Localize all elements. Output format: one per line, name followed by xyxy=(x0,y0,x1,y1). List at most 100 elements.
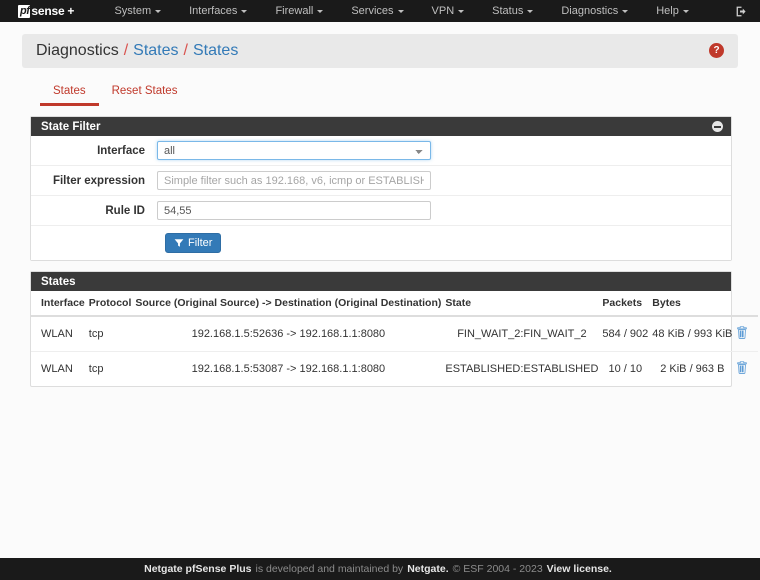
column-header-bytes: Bytes xyxy=(652,291,737,317)
chevron-down-icon xyxy=(682,9,689,13)
top-navbar: pf sense + System Interfaces Firewall Se… xyxy=(0,0,760,22)
chevron-down-icon xyxy=(527,9,534,13)
footer-copyright: © ESF 2004 - 2023 xyxy=(452,563,543,575)
tab-bar: States Reset States xyxy=(40,82,738,106)
cell-actions xyxy=(736,352,758,387)
nav-label-diagnostics: Diagnostics xyxy=(561,5,619,17)
chevron-down-icon xyxy=(155,9,162,13)
nav-item-help[interactable]: Help xyxy=(642,5,703,17)
funnel-icon xyxy=(174,239,184,247)
state-filter-header: State Filter xyxy=(31,117,731,136)
tab-states-label: States xyxy=(53,85,86,97)
chevron-down-icon xyxy=(458,9,465,13)
tab-reset-states-label: Reset States xyxy=(111,85,178,97)
pfsense-logo[interactable]: pf sense + xyxy=(18,4,74,18)
states-table-head: Interface Protocol Source (Original Sour… xyxy=(31,291,759,317)
minus-circle-icon[interactable] xyxy=(712,121,723,132)
tab-states[interactable]: States xyxy=(40,85,99,106)
page-root: pf sense + System Interfaces Firewall Se… xyxy=(0,0,760,580)
logo-pf-mark: pf xyxy=(18,4,31,18)
logo-plus-mark: + xyxy=(67,4,75,18)
nav-label-firewall: Firewall xyxy=(275,5,314,17)
table-header-row: Interface Protocol Source (Original Sour… xyxy=(31,291,759,317)
rule-id-control xyxy=(157,201,731,220)
cell-bytes: 48 KiB / 993 KiB xyxy=(652,316,737,352)
footer-view-license-link[interactable]: View license. xyxy=(547,563,612,575)
nav-item-diagnostics[interactable]: Diagnostics xyxy=(547,5,642,17)
interface-control: all xyxy=(157,141,731,160)
breadcrumb-link-states[interactable]: States xyxy=(133,42,178,60)
nav-label-status: Status xyxy=(492,5,524,17)
cell-state: FIN_WAIT_2:FIN_WAIT_2 xyxy=(445,316,603,352)
nav-label-help: Help xyxy=(656,5,679,17)
chevron-down-icon xyxy=(317,9,324,13)
rule-id-input[interactable] xyxy=(157,201,431,220)
form-row-rule-id: Rule ID xyxy=(31,196,731,226)
nav-item-system[interactable]: System xyxy=(100,5,175,17)
interface-label: Interface xyxy=(97,144,145,157)
column-header-packets: Packets xyxy=(602,291,653,317)
cell-state: ESTABLISHED:ESTABLISHED xyxy=(445,363,599,375)
nav-item-services[interactable]: Services xyxy=(337,5,417,17)
nav-item-vpn[interactable]: VPN xyxy=(418,5,479,17)
filter-expression-control xyxy=(157,171,731,190)
table-row: WLAN tcp 192.168.1.5:52636 -> 192.168.1.… xyxy=(31,316,759,352)
page-footer: Netgate pfSense Plus is developed and ma… xyxy=(0,558,760,580)
cell-interface: WLAN xyxy=(31,316,89,352)
logo-sense-text: sense xyxy=(31,4,65,18)
filter-expression-input[interactable] xyxy=(157,171,431,190)
help-icon[interactable]: ? xyxy=(709,43,724,58)
chevron-down-icon xyxy=(397,9,404,13)
footer-company: Netgate. xyxy=(407,563,449,575)
column-header-actions xyxy=(736,291,759,317)
footer-text: is developed and maintained by xyxy=(255,563,404,575)
interface-select[interactable]: all xyxy=(157,141,431,160)
breadcrumb-current-states[interactable]: States xyxy=(193,42,238,60)
column-header-protocol: Protocol xyxy=(88,291,136,317)
tab-reset-states[interactable]: Reset States xyxy=(99,85,191,106)
states-table: Interface Protocol Source (Original Sour… xyxy=(31,291,759,387)
nav-item-status[interactable]: Status xyxy=(478,5,547,17)
nav-label-interfaces: Interfaces xyxy=(189,5,238,17)
states-panel-title: States xyxy=(41,275,76,288)
cell-source-destination: 192.168.1.5:52636 -> 192.168.1.1:8080 xyxy=(135,316,446,352)
navbar-menu: System Interfaces Firewall Services VPN … xyxy=(100,5,702,17)
chevron-down-icon xyxy=(241,9,248,13)
column-header-interface: Interface xyxy=(31,291,89,317)
table-row: WLAN tcp 192.168.1.5:53087 -> 192.168.1.… xyxy=(31,352,758,387)
states-panel: States Interface Protocol Source (Origin… xyxy=(30,271,759,387)
column-header-source-destination: Source (Original Source) -> Destination … xyxy=(135,291,446,317)
filter-button[interactable]: Filter xyxy=(165,233,222,253)
sign-out-icon[interactable] xyxy=(735,5,748,18)
trash-icon[interactable] xyxy=(736,361,748,374)
rule-id-label: Rule ID xyxy=(105,204,145,217)
nav-item-firewall[interactable]: Firewall xyxy=(261,5,337,17)
trash-icon[interactable] xyxy=(736,326,748,339)
chevron-down-icon xyxy=(622,9,629,13)
filter-button-row: Filter xyxy=(31,226,731,260)
navbar-right-group xyxy=(735,0,748,22)
filter-button-label: Filter xyxy=(188,237,213,249)
form-row-interface: Interface all xyxy=(31,136,731,166)
nav-item-interfaces[interactable]: Interfaces xyxy=(175,5,261,17)
column-header-state: State xyxy=(445,291,603,317)
cell-actions xyxy=(736,316,759,352)
breadcrumb-root: Diagnostics xyxy=(36,42,119,59)
cell-source-destination: 192.168.1.5:53087 -> 192.168.1.1:8080 xyxy=(191,363,386,375)
cell-bytes: 2 KiB / 963 B xyxy=(660,363,725,375)
form-row-filter-expression: Filter expression xyxy=(31,166,731,196)
cell-protocol: tcp xyxy=(88,316,136,352)
cell-protocol: tcp xyxy=(88,363,104,375)
states-panel-header: States xyxy=(31,272,731,291)
cell-packets: 10 / 10 xyxy=(608,363,643,375)
cell-packets: 584 / 902 xyxy=(602,316,653,352)
states-table-body: WLAN tcp 192.168.1.5:52636 -> 192.168.1.… xyxy=(31,316,759,387)
filter-expression-label: Filter expression xyxy=(52,174,145,187)
state-filter-title: State Filter xyxy=(41,120,101,133)
breadcrumb: Diagnostics / States / States ? xyxy=(22,34,738,68)
nav-label-vpn: VPN xyxy=(431,5,455,17)
breadcrumb-separator: / xyxy=(183,42,188,59)
state-filter-panel: State Filter Interface all Filter expres… xyxy=(30,116,732,261)
cell-interface: WLAN xyxy=(41,363,73,375)
nav-label-system: System xyxy=(114,5,152,17)
